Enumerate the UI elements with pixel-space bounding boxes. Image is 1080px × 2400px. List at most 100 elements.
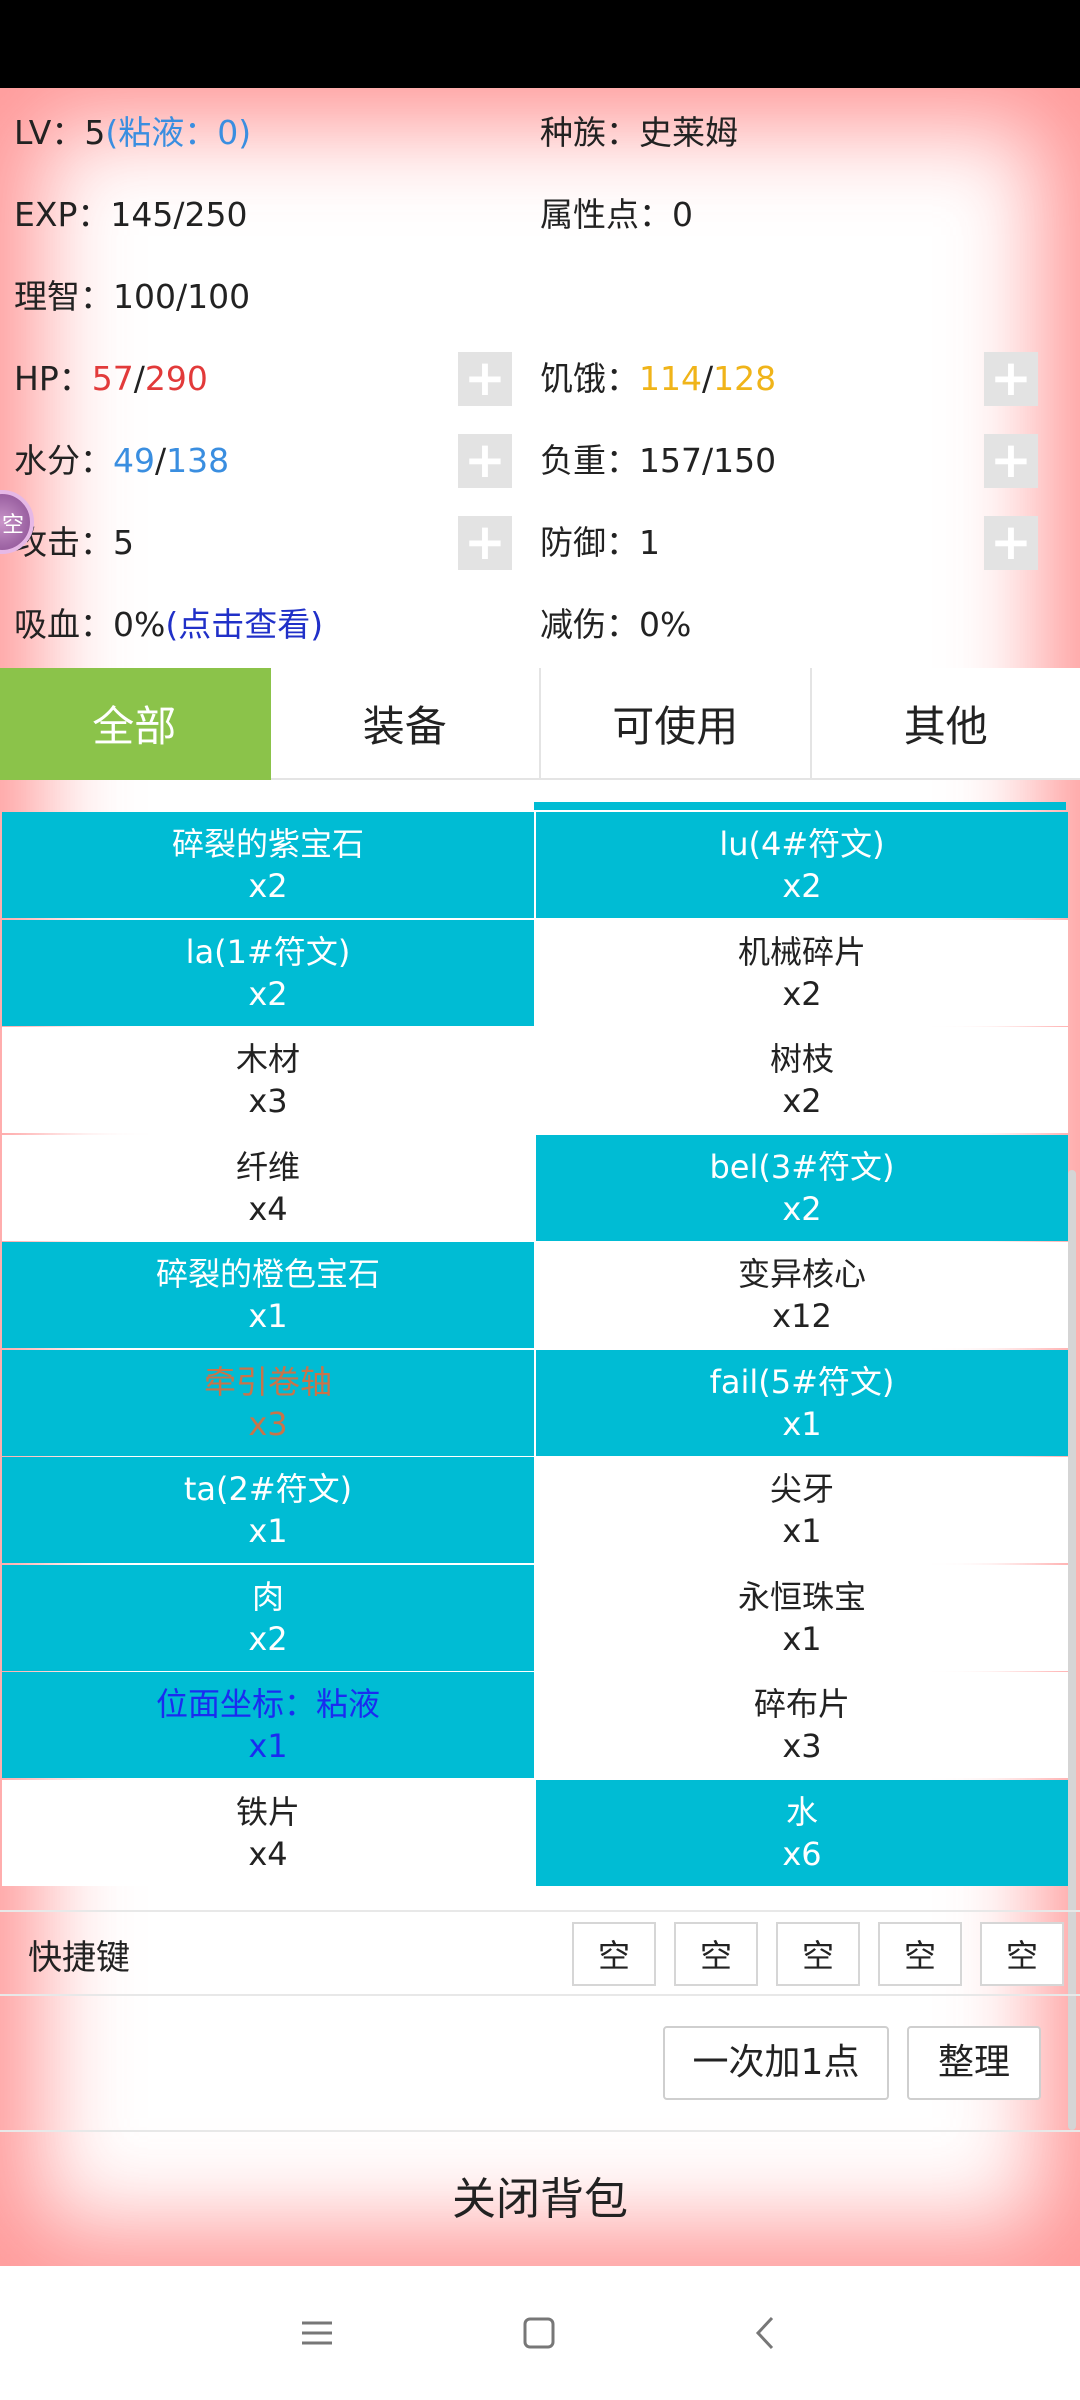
lifesteal-label: 吸血：0% [14, 605, 166, 644]
quickbar-label: 快捷键 [28, 1938, 130, 1978]
item-name: 肉 [251, 1578, 284, 1616]
item-name: 树枝 [769, 1040, 834, 1078]
hunger-plus-button[interactable]: + [984, 352, 1038, 406]
quick-slot-3[interactable]: 空 [776, 1922, 860, 1986]
exp-stat: EXP：145/250 [14, 195, 248, 234]
quick-slot-5[interactable]: 空 [980, 1922, 1064, 1986]
item-name: ta(2#符文) [183, 1470, 353, 1508]
add-one-point-button[interactable]: 一次加1点 [663, 2026, 889, 2100]
item-count: x1 [248, 1512, 288, 1550]
item-name: 碎裂的橙色宝石 [155, 1255, 380, 1293]
menu-icon[interactable] [292, 2308, 342, 2358]
hp-max: 290 [144, 359, 208, 398]
level-stat: LV：5(粘液：0) [14, 106, 251, 154]
water-plus-button[interactable]: + [458, 434, 512, 488]
system-nav-bar [0, 2266, 1080, 2400]
item-name: 水 [785, 1793, 818, 1831]
inventory-item[interactable]: 纤维 x4 [2, 1135, 534, 1241]
item-name: 铁片 [235, 1793, 300, 1831]
hp-separator: / [133, 359, 145, 398]
hunger-current: 114 [639, 359, 702, 398]
close-bag-button[interactable]: 关闭背包 [0, 2150, 1080, 2250]
item-count: x4 [248, 1835, 288, 1873]
slime-value: (粘液：0) [105, 113, 252, 152]
water-stat: 水分：49/138 [14, 434, 229, 482]
inventory-item[interactable]: 水 x6 [536, 1780, 1068, 1886]
quick-slot-1[interactable]: 空 [572, 1922, 656, 1986]
inventory-item[interactable]: 铁片 x4 [2, 1780, 534, 1886]
inventory-item[interactable]: 碎裂的紫宝石 x2 [2, 812, 534, 918]
item-name: 永恒珠宝 [737, 1578, 866, 1616]
item-count: x3 [248, 1405, 288, 1443]
item-count: x4 [248, 1190, 288, 1228]
hunger-stat: 饥饿：114/128 [540, 352, 776, 400]
tab-other[interactable]: 其他 [811, 668, 1080, 780]
item-name: bel(3#符文) [709, 1148, 895, 1186]
defense-stat: 防御：1 [540, 523, 660, 562]
inventory-item[interactable]: 肉 x2 [2, 1565, 534, 1671]
category-tabs: 全部 装备 可使用 其他 [0, 668, 1080, 780]
item-name: 纤维 [235, 1148, 300, 1186]
back-icon[interactable] [742, 2308, 792, 2358]
inventory-item[interactable]: 碎布片 x3 [536, 1672, 1068, 1778]
weight-plus-button[interactable]: + [984, 434, 1038, 488]
item-name: 碎裂的紫宝石 [171, 825, 364, 863]
item-count: x1 [782, 1620, 822, 1658]
item-name: 位面坐标：粘液 [155, 1685, 380, 1723]
lifesteal-stat: 吸血：0%(点击查看) [14, 598, 323, 646]
inventory-item[interactable]: 树枝 x2 [536, 1027, 1068, 1133]
quick-slot-2[interactable]: 空 [674, 1922, 758, 1986]
tab-equipment[interactable]: 装备 [270, 668, 541, 780]
sanity-stat: 理智：100/100 [14, 277, 251, 316]
level-value: 5 [84, 113, 106, 152]
item-count: x2 [248, 975, 288, 1013]
inventory-item[interactable]: la(1#符文) x2 [2, 920, 534, 1026]
item-name: 尖牙 [769, 1470, 834, 1508]
inventory-item[interactable]: 永恒珠宝 x1 [536, 1565, 1068, 1671]
inventory-item[interactable]: 位面坐标：粘液 x1 [2, 1672, 534, 1778]
sort-button[interactable]: 整理 [907, 2026, 1041, 2100]
inventory-item[interactable]: 机械碎片 x2 [536, 920, 1068, 1026]
inventory-item[interactable]: 尖牙 x1 [536, 1457, 1068, 1563]
item-count: x2 [782, 975, 822, 1013]
item-count: x2 [782, 1082, 822, 1120]
item-count: x1 [248, 1727, 288, 1765]
hp-plus-button[interactable]: + [458, 352, 512, 406]
inventory-item[interactable]: ta(2#符文) x1 [2, 1457, 534, 1563]
item-count: x2 [782, 867, 822, 905]
inventory-item[interactable]: fail(5#符文) x1 [536, 1350, 1068, 1456]
inventory-item[interactable]: bel(3#符文) x2 [536, 1135, 1068, 1241]
defense-plus-button[interactable]: + [984, 516, 1038, 570]
home-icon[interactable] [514, 2308, 564, 2358]
item-name: la(1#符文) [185, 933, 351, 971]
item-count: x2 [248, 867, 288, 905]
item-count: x3 [248, 1082, 288, 1120]
item-count: x1 [782, 1512, 822, 1550]
inventory-item[interactable]: lu(4#符文) x2 [536, 812, 1068, 918]
item-count: x12 [772, 1297, 832, 1335]
quick-slot-4[interactable]: 空 [878, 1922, 962, 1986]
selection-indicator [534, 802, 1066, 810]
item-name: fail(5#符文) [709, 1363, 895, 1401]
item-count: x6 [782, 1835, 822, 1873]
divider [0, 1994, 1080, 1996]
tab-all[interactable]: 全部 [0, 668, 271, 780]
water-separator: / [155, 441, 167, 480]
item-name: 碎布片 [753, 1685, 850, 1723]
inventory-item[interactable]: 牵引卷轴 x3 [2, 1350, 534, 1456]
quickbar: 快捷键 空 空 空 空 空 [0, 1912, 1080, 1994]
inventory-item[interactable]: 变异核心 x12 [536, 1242, 1068, 1348]
tab-usable[interactable]: 可使用 [541, 668, 812, 780]
water-current: 49 [113, 441, 155, 480]
inventory-item[interactable]: 木材 x3 [2, 1027, 534, 1133]
item-name: 木材 [235, 1040, 300, 1078]
item-count: x2 [782, 1190, 822, 1228]
divider [0, 2130, 1080, 2132]
item-count: x2 [248, 1620, 288, 1658]
hp-stat: HP：57/290 [14, 352, 208, 400]
lifesteal-details-link[interactable]: (点击查看) [165, 605, 323, 644]
item-name: lu(4#符文) [719, 825, 885, 863]
inventory-item[interactable]: 碎裂的橙色宝石 x1 [2, 1242, 534, 1348]
water-label: 水分： [14, 441, 113, 480]
attack-plus-button[interactable]: + [458, 516, 512, 570]
